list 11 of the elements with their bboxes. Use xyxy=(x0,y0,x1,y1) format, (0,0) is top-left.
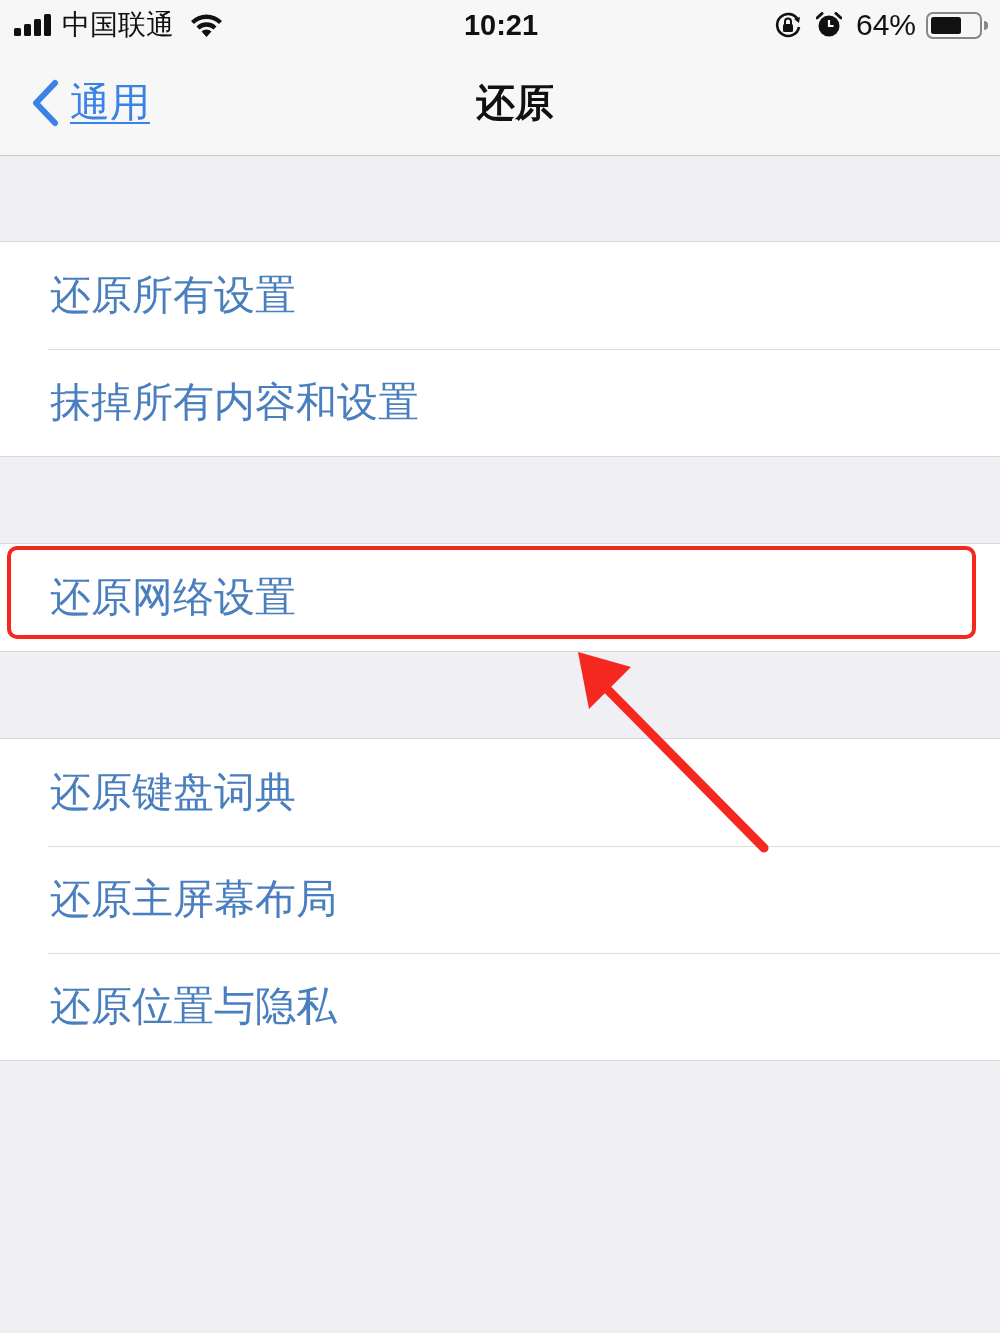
alarm-clock-icon xyxy=(815,12,842,38)
signal-icon xyxy=(14,14,52,36)
page-title: 还原 xyxy=(476,79,554,126)
status-time: 10:21 xyxy=(463,8,539,42)
rotation-lock-icon xyxy=(773,11,802,39)
back-chevron-icon xyxy=(30,78,60,127)
battery-percentage: 64% xyxy=(855,8,916,42)
wifi-icon xyxy=(190,13,223,37)
carrier-name: 中国联通 xyxy=(62,8,174,42)
battery-icon xyxy=(926,11,988,39)
back-button[interactable]: 通用 xyxy=(30,75,150,130)
